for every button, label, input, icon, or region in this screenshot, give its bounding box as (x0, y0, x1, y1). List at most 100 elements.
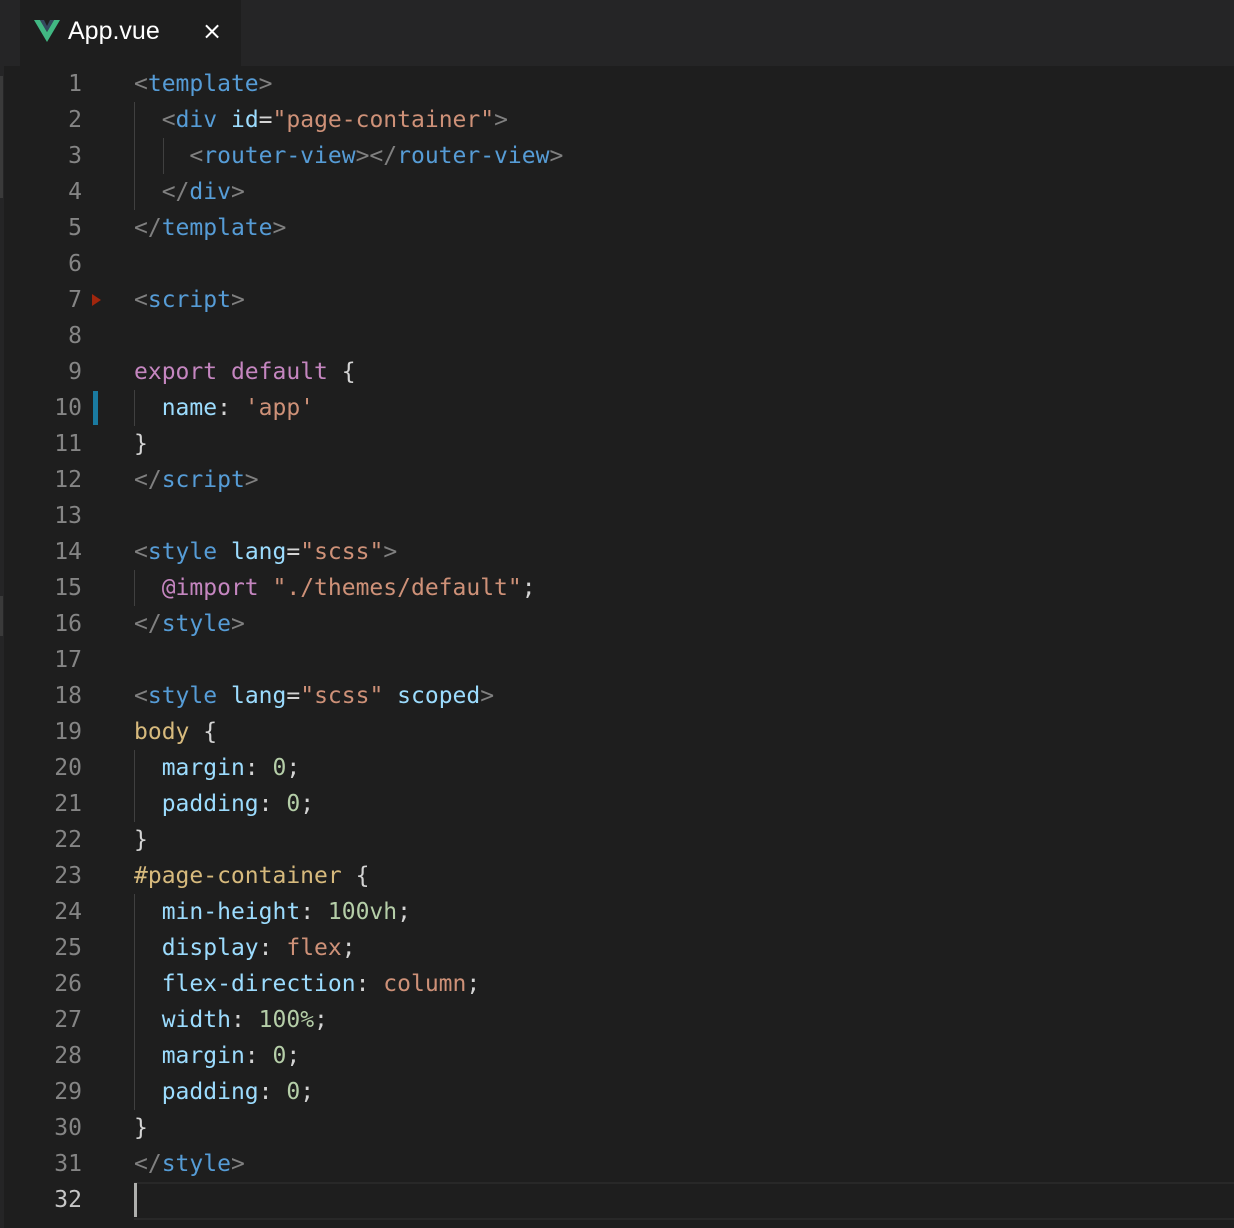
code-token: ; (466, 971, 481, 997)
code-token: padding (161, 791, 259, 817)
code-token: { (327, 359, 356, 385)
line-number: 28 (54, 1043, 82, 1069)
code-token: margin (161, 1043, 245, 1069)
code-token: 0 (286, 791, 301, 817)
code-line[interactable]: 13 (0, 498, 1234, 534)
code-line[interactable]: 12 </script> (0, 462, 1234, 498)
code-line[interactable]: 1 <template> (0, 66, 1234, 102)
code-line[interactable]: 7 <script> (0, 282, 1234, 318)
code-token: min-height (161, 899, 301, 925)
code-line[interactable]: 25 display: flex; (0, 930, 1234, 966)
code-token: > (494, 107, 508, 133)
code-line[interactable]: 19 body { (0, 714, 1234, 750)
code-text: display: flex; (134, 930, 356, 966)
code-editor[interactable]: 1 <template> 2 <div id="page-container"> 3 … (0, 66, 1234, 1228)
code-token: template (161, 215, 273, 241)
code-token: flex (286, 935, 342, 961)
tab-app-vue[interactable]: App.vue × (20, 0, 241, 66)
code-line[interactable]: 14 <style lang="scss"> (0, 534, 1234, 570)
line-number: 31 (54, 1151, 82, 1177)
code-token: div (189, 179, 231, 205)
code-text: </style> (134, 1146, 245, 1182)
code-token: 100vh (327, 899, 398, 925)
code-line[interactable]: 26 flex-direction: column; (0, 966, 1234, 1002)
code-line[interactable]: 31 </style> (0, 1146, 1234, 1182)
code-line[interactable]: 9 export default { (0, 354, 1234, 390)
code-line[interactable]: 17 (0, 642, 1234, 678)
line-number: 24 (54, 899, 82, 925)
code-token: ; (300, 791, 315, 817)
code-line[interactable]: 15 @import "./themes/default"; (0, 570, 1234, 606)
code-line[interactable]: 30} (0, 1110, 1234, 1146)
code-line[interactable]: 20 margin: 0; (0, 750, 1234, 786)
code-token: column (383, 971, 467, 997)
code-token: </ (161, 179, 190, 205)
line-number: 23 (54, 863, 82, 889)
line-number: 1 (68, 71, 82, 97)
deleted-line-marker-icon[interactable] (92, 294, 101, 306)
code-line[interactable]: 8 (0, 294, 1234, 354)
code-token: style (147, 683, 218, 709)
code-line[interactable]: 18 <style lang="scss" scoped> (0, 678, 1234, 714)
code-token: { (341, 863, 370, 889)
code-line[interactable]: 21 padding: 0; (0, 786, 1234, 822)
code-text: </div> (134, 174, 245, 210)
code-token: lang (230, 539, 287, 565)
line-number: 12 (54, 467, 82, 493)
code-token: style (161, 611, 231, 637)
code-text: width: 100%; (134, 1002, 328, 1038)
line-number: 8 (68, 323, 82, 349)
code-token: { (189, 719, 218, 745)
code-line[interactable]: 16 </style> (0, 606, 1234, 642)
code-token: </ (134, 467, 162, 493)
code-line[interactable]: 3 <router-view></router-view> (0, 138, 1234, 174)
code-line[interactable]: 2 <div id="page-container"> (0, 102, 1234, 138)
code-line[interactable]: 5 </template> (0, 210, 1234, 246)
code-line[interactable]: 23 #page-container { (0, 858, 1234, 894)
code-line[interactable]: 27 width: 100%; (0, 1002, 1234, 1038)
code-token: body (134, 719, 190, 745)
code-line[interactable]: 10 name: 'app' (0, 390, 1234, 426)
code-token: < (134, 683, 148, 709)
code-token: : (258, 1079, 287, 1105)
line-number: 18 (54, 683, 82, 709)
code-token: : (217, 395, 245, 421)
code-line[interactable]: 22} (0, 822, 1234, 858)
line-number: 2 (68, 107, 82, 133)
vue-logo-icon (34, 20, 60, 42)
code-token: < (189, 143, 204, 169)
code-token: #page-container (134, 863, 342, 889)
code-line[interactable]: 29 padding: 0; (0, 1074, 1234, 1110)
line-number: 20 (54, 755, 82, 781)
code-line[interactable]: 28 margin: 0; (0, 1038, 1234, 1074)
code-line[interactable]: 4 </div> (0, 174, 1234, 210)
line-number: 29 (54, 1079, 82, 1105)
code-token: router-view (203, 143, 356, 169)
code-line[interactable]: 32 (0, 1182, 1234, 1220)
close-icon[interactable]: × (200, 14, 224, 48)
code-text: </template> (134, 210, 286, 246)
code-token: ; (314, 1007, 328, 1033)
line-number: 5 (68, 215, 82, 241)
code-line[interactable]: 11} (0, 426, 1234, 462)
code-token: ; (521, 575, 536, 601)
code-line[interactable]: 24 min-height: 100vh; (0, 894, 1234, 930)
code-token: "./themes/default" (272, 575, 522, 601)
code-token: "scss" (300, 683, 384, 709)
text-cursor (134, 1183, 137, 1217)
code-line[interactable]: 6 (0, 246, 1234, 282)
code-text: flex-direction: column; (134, 966, 481, 1002)
code-token: style (147, 539, 218, 565)
code-token: > (230, 1151, 245, 1177)
